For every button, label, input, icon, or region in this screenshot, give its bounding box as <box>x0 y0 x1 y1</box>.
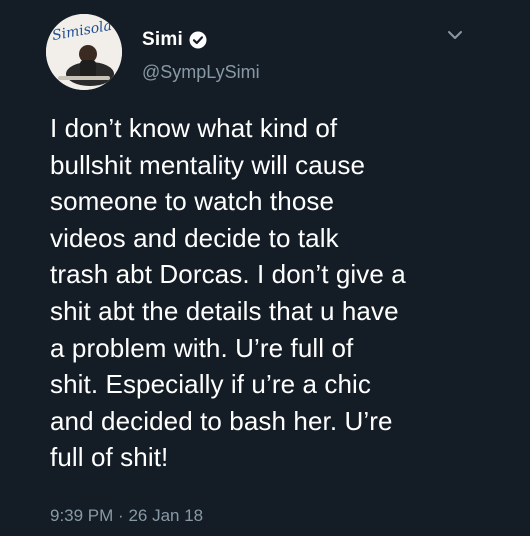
tweet-line: videos and decide to talk <box>50 222 339 253</box>
meta-separator: · <box>118 506 124 525</box>
tweet-line: and decided to bash her. U’re <box>50 405 393 436</box>
tweet-line: trash abt Dorcas. I don’t give a <box>50 259 406 290</box>
tweet-card: Simisola Simi @SympLySimi I don’t know w… <box>0 0 530 536</box>
avatar[interactable]: Simisola <box>46 14 122 90</box>
verified-badge-icon <box>189 31 207 49</box>
tweet-line: shit. Especially if u’re a chic <box>50 369 372 400</box>
tweet-date: 26 Jan 18 <box>128 506 204 525</box>
tweet-line: bullshit mentality will cause <box>50 149 366 180</box>
name-row: Simi <box>142 28 260 52</box>
tweet-line: I don’t know what kind of <box>50 113 338 143</box>
tweet-line: full of shit! <box>50 442 169 473</box>
avatar-image: Simisola <box>46 14 122 90</box>
tweet-line: shit abt the details that u have <box>50 295 399 326</box>
display-name[interactable]: Simi <box>142 29 183 51</box>
tweet-time: 9:39 PM <box>50 506 114 525</box>
tweet-line: a problem with. U’re full of <box>50 332 354 363</box>
tweet-line: someone to watch those <box>50 186 335 217</box>
user-handle[interactable]: @SympLySimi <box>142 62 260 83</box>
user-info: Simi @SympLySimi <box>142 28 260 83</box>
tweet-text: I don’t know what kind of bullshit menta… <box>50 110 505 476</box>
chevron-down-icon[interactable] <box>446 28 464 42</box>
tweet-timestamp[interactable]: 9:39 PM · 26 Jan 18 <box>50 506 203 526</box>
